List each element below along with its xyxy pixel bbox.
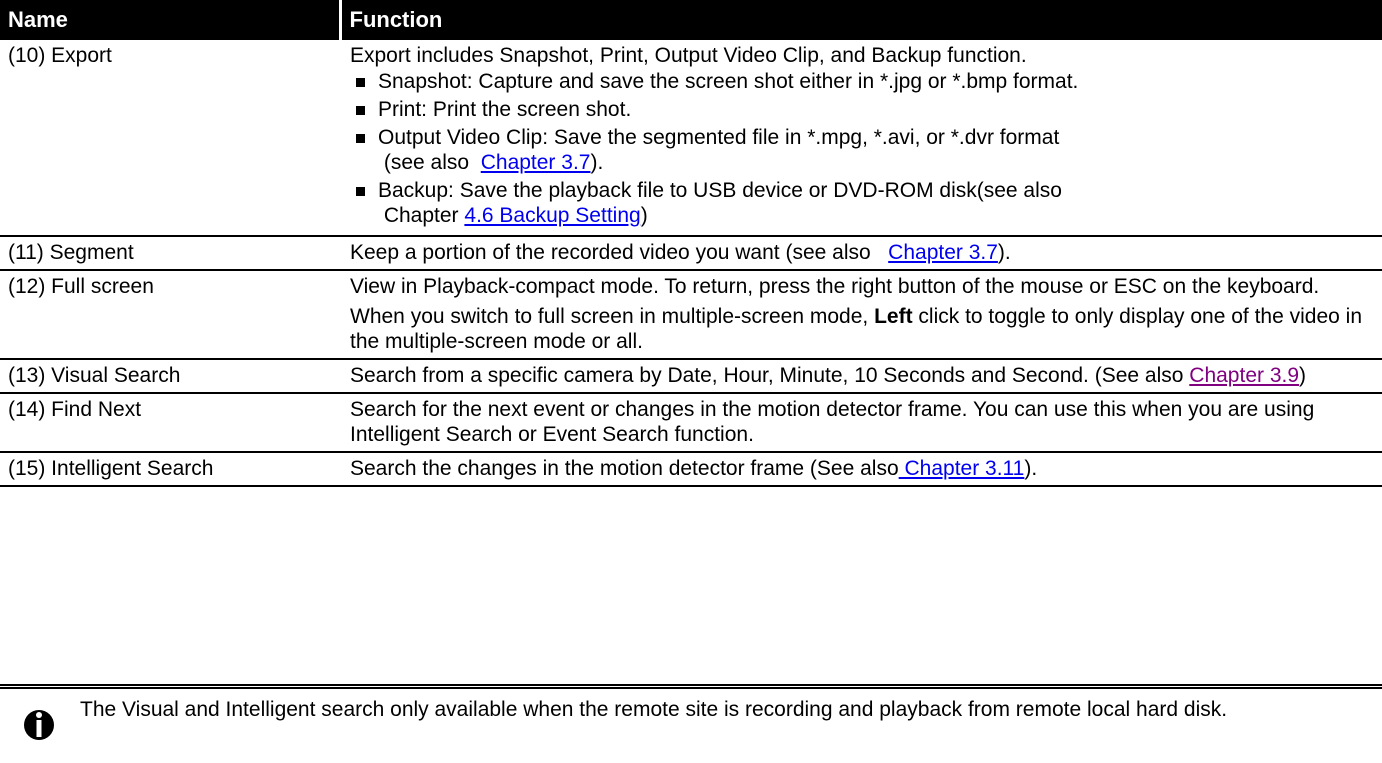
- fullscreen-para-2-start: When you switch to full screen in multip…: [350, 305, 875, 328]
- row-function-visual-search: Search from a specific camera by Date, H…: [340, 359, 1382, 394]
- bullet-print: Print: Print the screen shot.: [350, 97, 1374, 122]
- export-intro: Export includes Snapshot, Print, Output …: [350, 44, 1027, 67]
- table-row: (10) Export Export includes Snapshot, Pr…: [0, 40, 1382, 237]
- link-chapter-3-11[interactable]: Chapter 3.11: [899, 457, 1024, 480]
- header-name: Name: [0, 0, 342, 40]
- bullet-square-icon: [356, 106, 365, 115]
- visual-search-close: ): [1299, 364, 1307, 387]
- link-chapter-3-9[interactable]: Chapter 3.9: [1189, 364, 1299, 387]
- bullet-chapter: Chapter: [378, 204, 465, 227]
- table-header-row: Name Function: [0, 0, 1382, 40]
- intelligent-search-text: Search the changes in the motion detecto…: [350, 457, 899, 480]
- note-text: The Visual and Intelligent search only a…: [80, 698, 1228, 721]
- row-function-intelligent-search: Search the changes in the motion detecto…: [340, 452, 1382, 487]
- row-name-visual-search: (13) Visual Search: [0, 359, 340, 394]
- link-chapter-3-7[interactable]: Chapter 3.7: [888, 241, 998, 264]
- link-backup-setting[interactable]: 4.6 Backup Setting: [464, 204, 640, 227]
- intelligent-search-close: ).: [1024, 457, 1038, 480]
- link-chapter-3-7[interactable]: Chapter 3.7: [481, 151, 591, 174]
- table-row: (11) Segment Keep a portion of the recor…: [0, 236, 1382, 271]
- info-icon: [24, 703, 54, 747]
- row-name-segment: (11) Segment: [0, 236, 340, 271]
- bullet-text: Backup: Save the playback file to USB de…: [378, 179, 1062, 202]
- row-function-segment: Keep a portion of the recorded video you…: [340, 236, 1382, 271]
- header-function: Function: [340, 0, 1382, 40]
- bullet-backup: Backup: Save the playback file to USB de…: [350, 178, 1374, 228]
- fullscreen-para-1: View in Playback-compact mode. To return…: [350, 275, 1320, 298]
- row-name-intelligent-search: (15) Intelligent Search: [0, 452, 340, 487]
- table-row: (13) Visual Search Search from a specifi…: [0, 359, 1382, 394]
- segment-close: ).: [997, 241, 1011, 264]
- row-name-full-screen: (12) Full screen: [0, 270, 340, 360]
- segment-text: Keep a portion of the recorded video you…: [350, 241, 889, 264]
- bullet-square-icon: [356, 78, 365, 87]
- bullet-snapshot: Snapshot: Capture and save the screen sh…: [350, 69, 1374, 94]
- bullet-see-also: (see also: [378, 151, 481, 174]
- visual-search-text: Search from a specific camera by Date, H…: [350, 364, 1190, 387]
- bullet-text: Snapshot: Capture and save the screen sh…: [378, 70, 1079, 93]
- bullet-square-icon: [356, 134, 365, 143]
- note-box: The Visual and Intelligent search only a…: [0, 684, 1382, 763]
- row-function-find-next: Search for the next event or changes in …: [340, 393, 1382, 453]
- table-row: (14) Find Next Search for the next event…: [0, 393, 1382, 453]
- row-function-export: Export includes Snapshot, Print, Output …: [340, 40, 1382, 237]
- table-row: (12) Full screen View in Playback-compac…: [0, 270, 1382, 360]
- row-name-export: (10) Export: [0, 40, 340, 237]
- bullet-close: ).: [590, 151, 604, 174]
- table-row: (15) Intelligent Search Search the chang…: [0, 452, 1382, 487]
- row-name-find-next: (14) Find Next: [0, 393, 340, 453]
- row-function-full-screen: View in Playback-compact mode. To return…: [340, 270, 1382, 360]
- bullet-square-icon: [356, 187, 365, 196]
- function-table: Name Function (10) Export Export include…: [0, 0, 1382, 487]
- bullet-text: Print: Print the screen shot.: [378, 98, 632, 121]
- fullscreen-left-bold: Left: [874, 305, 913, 328]
- fullscreen-para-2: When you switch to full screen in multip…: [350, 304, 1374, 354]
- bullet-output-video-clip: Output Video Clip: Save the segmented fi…: [350, 125, 1374, 175]
- bullet-close: ): [640, 204, 648, 227]
- bullet-text: Output Video Clip: Save the segmented fi…: [378, 126, 1060, 149]
